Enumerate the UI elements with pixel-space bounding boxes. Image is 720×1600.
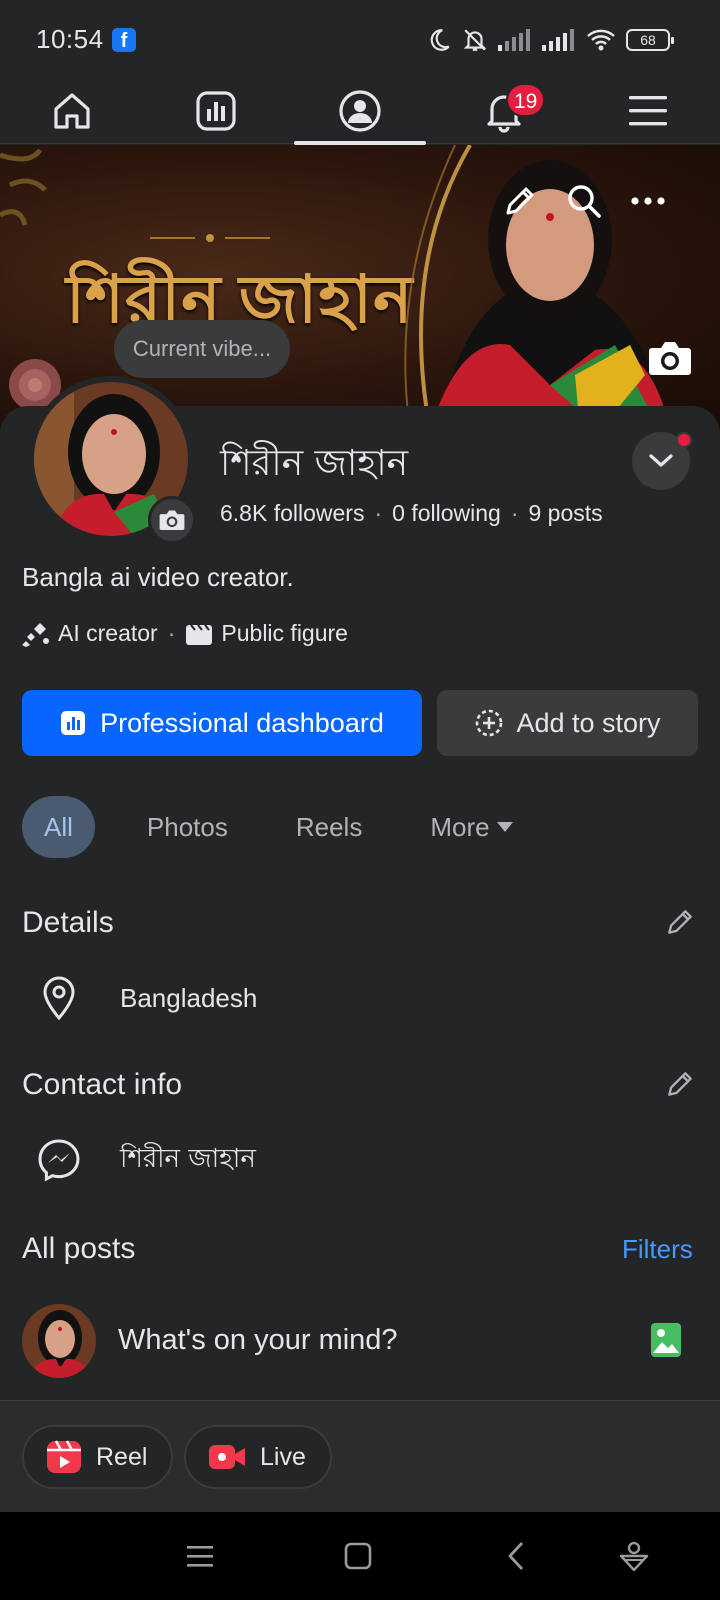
status-icons: 68: [426, 26, 674, 54]
cover-ornament: [150, 234, 270, 242]
profile-icon: [339, 90, 381, 132]
details-location-row: Bangladesh: [36, 974, 257, 1022]
wifi-icon: [587, 29, 615, 51]
more-options-button[interactable]: [620, 173, 676, 229]
nav-notifications[interactable]: 19: [432, 78, 576, 144]
cover-camera-icon[interactable]: [648, 340, 692, 376]
bar-chart-icon: [196, 91, 236, 131]
square-icon: [344, 1542, 372, 1570]
all-posts-title: All posts: [22, 1232, 136, 1265]
nav-profile[interactable]: [288, 78, 432, 145]
location-pin-icon: [43, 976, 75, 1020]
photo-icon[interactable]: [650, 1322, 682, 1358]
tab-more-label: More: [430, 812, 490, 842]
reel-label: Reel: [96, 1442, 148, 1471]
clapperboard-icon: [186, 623, 213, 645]
new-indicator-dot: [676, 432, 692, 448]
live-button[interactable]: Live: [184, 1425, 332, 1489]
stats-separator: ·: [374, 500, 383, 526]
moon-icon: [430, 29, 450, 51]
create-actions-bar: Reel Live: [0, 1400, 720, 1512]
reel-icon: [47, 1440, 81, 1473]
status-bar: 10:54 f 68: [0, 0, 720, 78]
nav-menu[interactable]: [576, 78, 720, 144]
tag-ai-creator-label: AI creator: [58, 620, 158, 646]
composer-avatar: [22, 1304, 96, 1378]
dashboard-icon: [61, 711, 86, 735]
messenger-name[interactable]: শিরীন জাহান: [120, 1138, 256, 1182]
avatar-camera-button[interactable]: [148, 496, 196, 544]
system-navigation-bar: [0, 1512, 720, 1600]
notification-count-badge: 19: [506, 83, 546, 117]
tab-reels[interactable]: Reels: [280, 796, 378, 858]
details-title: Details: [22, 906, 114, 939]
add-to-story-button[interactable]: Add to story: [437, 690, 698, 756]
messenger-icon: [38, 1139, 80, 1182]
contact-info-title: Contact info: [22, 1068, 183, 1101]
back-system-button[interactable]: [494, 1534, 538, 1578]
more-dots-icon: [631, 197, 665, 205]
nav-home[interactable]: [0, 78, 144, 144]
nav-dashboard[interactable]: [144, 78, 288, 144]
tag-public-figure: Public figure: [185, 620, 348, 647]
live-label: Live: [260, 1442, 306, 1471]
camera-icon: [159, 510, 185, 531]
post-composer[interactable]: What's on your mind?: [0, 1300, 720, 1400]
sparkle-icon: [22, 622, 49, 647]
signal-icon-1: [498, 29, 530, 51]
home-icon: [54, 93, 90, 129]
followers-count[interactable]: 6.8K followers: [220, 500, 364, 526]
location-text: Bangladesh: [120, 982, 258, 1013]
top-nav-bar: 19: [0, 78, 720, 145]
pencil-icon: [506, 187, 534, 215]
menu-lines-icon: [187, 1546, 213, 1567]
add-story-icon: [476, 709, 503, 737]
following-count[interactable]: 0 following: [392, 500, 501, 526]
search-icon: [568, 185, 601, 218]
assistant-icon: [619, 1541, 649, 1572]
reel-button[interactable]: Reel: [22, 1425, 174, 1489]
live-video-icon: [209, 1445, 245, 1469]
stats-separator: ·: [510, 500, 519, 526]
search-profile-button[interactable]: [556, 173, 612, 229]
facebook-notification-icon: f: [112, 28, 136, 52]
composer-placeholder[interactable]: What's on your mind?: [118, 1324, 398, 1357]
profile-tags: AI creator · Public figure: [22, 620, 348, 647]
home-system-button[interactable]: [336, 1534, 380, 1578]
tab-all[interactable]: All: [22, 796, 95, 858]
contact-messenger-row: শিরীন জাহান: [36, 1136, 256, 1184]
profile-stats: 6.8K followers · 0 following · 9 posts: [220, 500, 603, 527]
cover-leaf-decoration: [0, 148, 47, 226]
tag-ai-creator: AI creator: [22, 620, 158, 647]
battery-icon: 68: [626, 29, 674, 51]
professional-dashboard-button[interactable]: Professional dashboard: [22, 690, 422, 756]
menu-icon: [629, 96, 667, 126]
professional-dashboard-label: Professional dashboard: [100, 707, 384, 738]
tab-more[interactable]: More: [414, 796, 529, 858]
pencil-icon: [668, 910, 692, 934]
tag-public-figure-label: Public figure: [221, 620, 348, 646]
tag-separator: ·: [167, 620, 176, 646]
edit-contact-button[interactable]: [662, 1066, 698, 1102]
current-vibe-bubble[interactable]: Current vibe...: [114, 320, 290, 378]
edit-details-button[interactable]: [662, 904, 698, 940]
signal-icon-2: [542, 29, 574, 51]
assistant-system-button[interactable]: [612, 1534, 656, 1578]
bell-muted-icon: [463, 29, 487, 51]
recent-apps-button[interactable]: [178, 1534, 222, 1578]
chevron-left-icon: [508, 1542, 524, 1570]
profile-name: শিরীন জাহান: [220, 443, 409, 484]
filters-link[interactable]: Filters: [622, 1234, 693, 1265]
posts-count[interactable]: 9 posts: [529, 500, 603, 526]
profile-bio: Bangla ai video creator.: [22, 562, 294, 592]
add-to-story-label: Add to story: [516, 707, 661, 738]
content-tabs: All Photos Reels More: [22, 796, 530, 858]
pencil-icon: [668, 1072, 692, 1096]
chevron-down-icon: [649, 454, 673, 467]
status-time: 10:54: [36, 24, 104, 54]
tab-photos[interactable]: Photos: [131, 796, 244, 858]
edit-cover-button[interactable]: [492, 173, 548, 229]
caret-down-icon: [496, 822, 513, 832]
